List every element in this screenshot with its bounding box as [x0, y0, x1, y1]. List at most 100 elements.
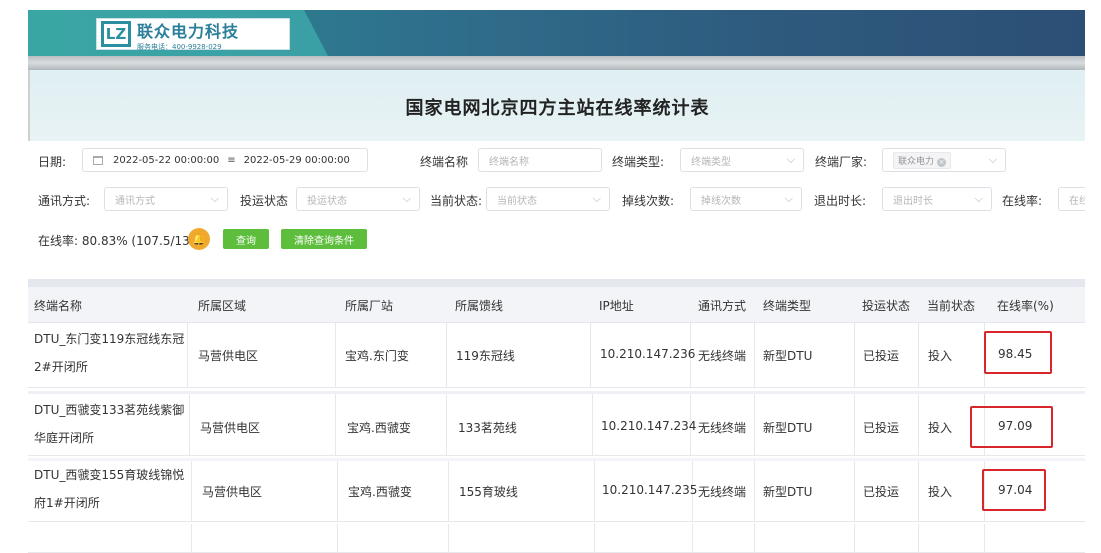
cell-feeder: 119东冠线: [456, 349, 515, 363]
cell-comm: 无线终端: [698, 349, 747, 363]
date-start: 2022-05-22 00:00:00: [113, 154, 220, 166]
terminal-type-placeholder: 终端类型: [691, 156, 731, 168]
cell-ip: 10.210.147.236: [600, 347, 696, 361]
table-row-partial[interactable]: [28, 524, 1085, 553]
table-row[interactable]: DTU_西虢变133茗苑线紫御华庭开闭所 马营供电区 宝鸡.西虢变 133茗苑线…: [28, 391, 1085, 456]
query-button[interactable]: 查询: [223, 229, 269, 249]
cell-comm: 无线终端: [698, 485, 747, 499]
logo-mark-icon: LZ: [101, 21, 131, 47]
cell-region: 马营供电区: [198, 349, 259, 363]
col-type[interactable]: 终端类型: [763, 297, 811, 314]
cell-comm: 无线终端: [698, 421, 747, 435]
title-area: 国家电网北京四方主站在线率统计表: [28, 70, 1085, 141]
operation-status-label: 投运状态: [240, 194, 289, 208]
disconnect-count-placeholder: 掉线次数: [701, 195, 741, 207]
chevron-down-icon: ⌵: [988, 153, 997, 166]
comm-mode-select[interactable]: 通讯方式 ⌵: [104, 187, 228, 211]
online-rate-summary: 在线率: 80.83% (107.5/133): [38, 234, 203, 248]
operation-status-select[interactable]: 投运状态 ⌵: [296, 187, 420, 211]
current-status-select[interactable]: 当前状态 ⌵: [486, 187, 610, 211]
page-title: 国家电网北京四方主站在线率统计表: [405, 98, 710, 119]
cell-terminal-name: DTU_西虢变155育玻线锦悦府1#开闭所: [34, 468, 185, 510]
calendar-icon: [93, 155, 103, 165]
operation-status-placeholder: 投运状态: [307, 195, 347, 207]
cell-station: 宝鸡.西虢变: [348, 485, 412, 499]
tag-close-icon[interactable]: ×: [937, 157, 947, 167]
chevron-down-icon: ⌵: [210, 192, 219, 205]
cell-op-status: 已投运: [863, 421, 900, 435]
cell-feeder: 133茗苑线: [458, 421, 517, 435]
col-comm[interactable]: 通讯方式: [698, 297, 746, 314]
terminal-vendor-label: 终端厂家:: [815, 155, 868, 169]
vendor-tag-text: 联众电力: [898, 156, 935, 167]
cell-terminal-name: DTU_东门变119东冠线东冠2#开闭所: [34, 332, 185, 374]
date-label: 日期:: [38, 155, 67, 169]
table-row[interactable]: DTU_东门变119东冠线东冠2#开闭所 马营供电区 宝鸡.东门变 119东冠线…: [28, 323, 1085, 388]
col-terminal-name[interactable]: 终端名称: [34, 297, 82, 314]
cell-ip: 10.210.147.235: [602, 483, 698, 497]
cell-type: 新型DTU: [763, 485, 813, 499]
disconnect-count-label: 掉线次数:: [622, 194, 675, 208]
col-ip[interactable]: IP地址: [599, 297, 634, 314]
cell-feeder: 155育玻线: [459, 485, 518, 499]
terminal-name-label: 终端名称: [420, 155, 469, 169]
table-toolbar-strip: [28, 279, 1085, 287]
cell-region: 马营供电区: [202, 485, 263, 499]
company-name: 联众电力科技: [137, 21, 240, 41]
chevron-down-icon: ⌵: [402, 192, 411, 205]
cell-current-status: 投入: [928, 421, 953, 435]
cell-type: 新型DTU: [763, 349, 813, 363]
terminal-type-select[interactable]: 终端类型 ⌵: [680, 148, 804, 172]
date-end: 2022-05-29 00:00:00: [243, 154, 350, 166]
highlight-box: [984, 331, 1052, 374]
cell-current-status: 投入: [928, 485, 953, 499]
current-status-label: 当前状态:: [430, 194, 483, 208]
chevron-down-icon: ⌵: [786, 153, 795, 166]
highlight-box: [982, 469, 1046, 511]
service-phone: 服务电话：400-9928-029: [137, 42, 222, 51]
header-banner: LZ 联众电力科技 服务电话：400-9928-029: [28, 10, 1085, 56]
cell-current-status: 投入: [928, 349, 953, 363]
terminal-vendor-select[interactable]: 联众电力 × ⌵: [882, 148, 1006, 172]
chevron-down-icon: ⌵: [592, 192, 601, 205]
cell-type: 新型DTU: [763, 421, 813, 435]
clear-query-button[interactable]: 清除查询条件: [281, 229, 367, 249]
online-rate-input[interactable]: 在线: [1058, 187, 1085, 211]
online-rate-label: 在线率:: [1002, 194, 1043, 208]
comm-mode-label: 通讯方式:: [38, 194, 91, 208]
exit-duration-select[interactable]: 退出时长 ⌵: [882, 187, 992, 211]
col-region[interactable]: 所属区域: [198, 297, 246, 314]
col-feeder[interactable]: 所属馈线: [455, 297, 503, 314]
col-current-status[interactable]: 当前状态: [927, 297, 975, 314]
current-status-placeholder: 当前状态: [497, 195, 537, 207]
online-rate-placeholder: 在线: [1069, 195, 1085, 207]
exit-duration-label: 退出时长:: [814, 194, 867, 208]
terminal-name-placeholder: 终端名称: [489, 156, 529, 168]
cell-ip: 10.210.147.234: [601, 419, 697, 433]
disconnect-count-select[interactable]: 掉线次数 ⌵: [690, 187, 802, 211]
range-separator-icon: ≡: [227, 154, 236, 166]
cell-op-status: 已投运: [863, 349, 900, 363]
vendor-tag: 联众电力 ×: [893, 151, 952, 169]
highlight-box: [970, 406, 1053, 448]
bell-icon[interactable]: 🔔: [188, 228, 210, 250]
cell-op-status: 已投运: [863, 485, 900, 499]
header-divider: [28, 56, 1085, 70]
date-range-picker[interactable]: 2022-05-22 00:00:00 ≡ 2022-05-29 00:00:0…: [82, 148, 368, 172]
comm-mode-placeholder: 通讯方式: [115, 195, 155, 207]
col-station[interactable]: 所属厂站: [345, 297, 393, 314]
terminal-name-input[interactable]: 终端名称: [478, 148, 602, 172]
chevron-down-icon: ⌵: [784, 192, 793, 205]
company-logo: LZ 联众电力科技 服务电话：400-9928-029: [96, 18, 290, 50]
table-row[interactable]: DTU_西虢变155育玻线锦悦府1#开闭所 马营供电区 宝鸡.西虢变 155育玻…: [28, 458, 1085, 522]
table-header: 终端名称 所属区域 所属厂站 所属馈线 IP地址 通讯方式 终端类型 投运状态 …: [28, 287, 1085, 323]
chevron-down-icon: ⌵: [974, 192, 983, 205]
cell-station: 宝鸡.西虢变: [347, 421, 411, 435]
cell-region: 马营供电区: [200, 421, 261, 435]
cell-terminal-name: DTU_西虢变133茗苑线紫御华庭开闭所: [34, 403, 185, 445]
cell-station: 宝鸡.东门变: [345, 349, 409, 363]
col-op-status[interactable]: 投运状态: [862, 297, 910, 314]
exit-duration-placeholder: 退出时长: [893, 195, 933, 207]
terminal-type-label: 终端类型:: [612, 155, 665, 169]
col-online-rate[interactable]: 在线率(%): [997, 297, 1054, 314]
